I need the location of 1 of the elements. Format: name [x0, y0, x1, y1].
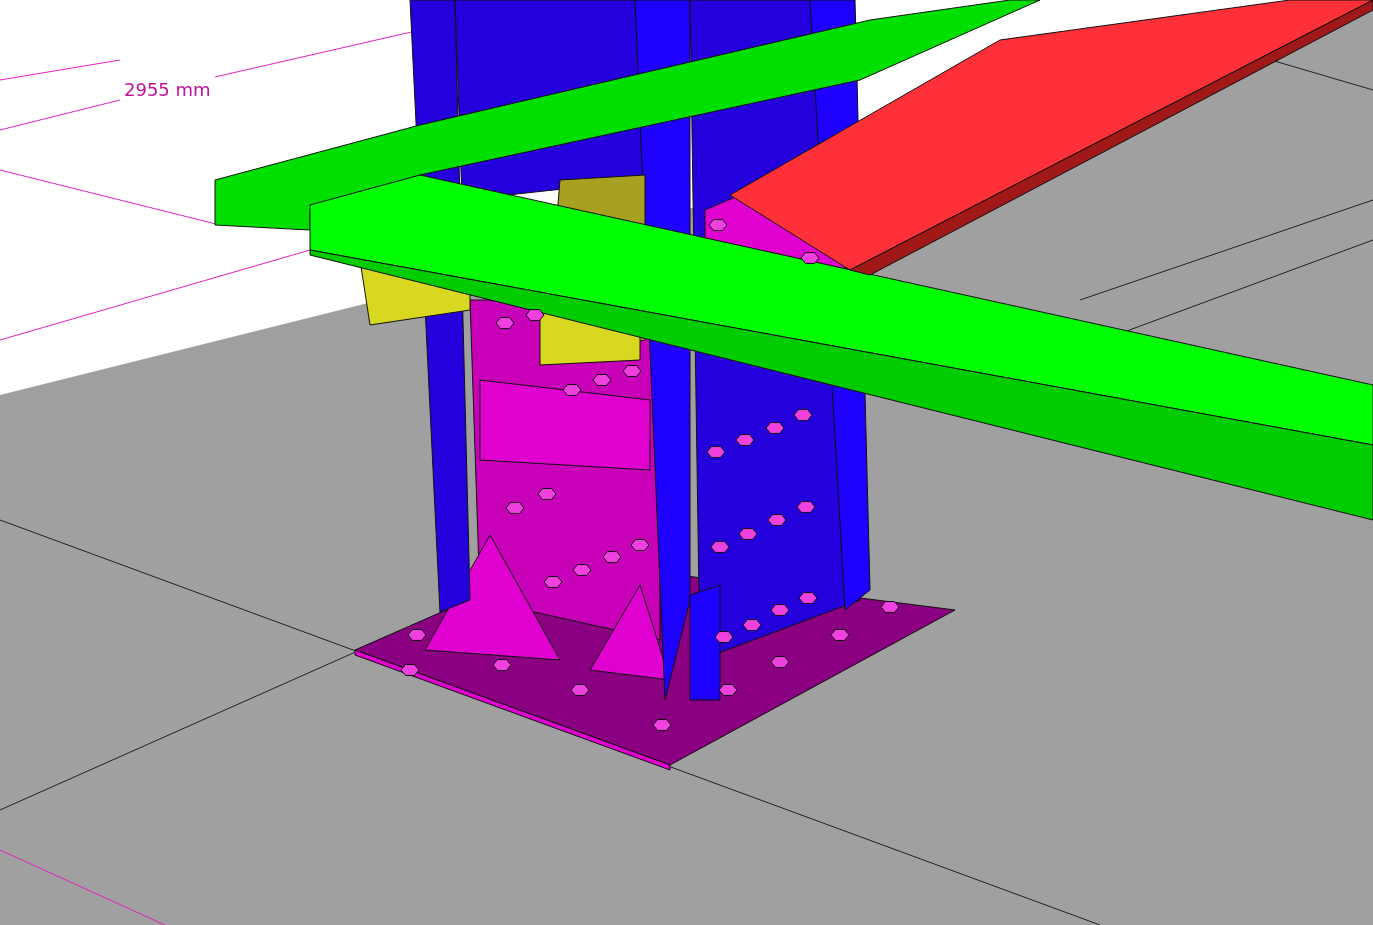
- model-viewport[interactable]: 2955 mm: [0, 0, 1373, 925]
